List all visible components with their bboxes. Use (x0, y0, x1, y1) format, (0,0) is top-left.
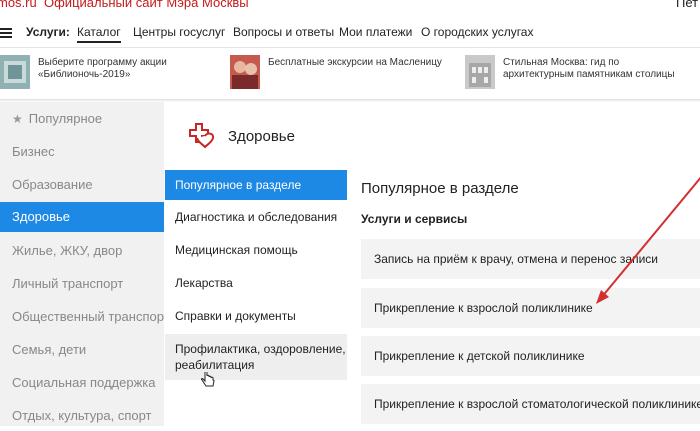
promo-people-thumbnail (230, 55, 260, 89)
service-card[interactable]: Запись на приём к врачу, отмена и перено… (361, 239, 700, 279)
promo-item[interactable]: Бесплатные экскурсии на Масленицу (230, 55, 450, 91)
submenu-diagnostics[interactable]: Диагностика и обследования (165, 202, 347, 232)
top-strip: mos.ru Официальный сайт Мэра Москвы Пет (0, 0, 700, 14)
category-housing[interactable]: Жилье, ЖКУ, двор (0, 236, 164, 266)
nav-item-centers[interactable]: Центры госуслуг (133, 25, 225, 39)
service-card[interactable]: Прикрепление к детской поликлинике (361, 336, 700, 376)
category-popular[interactable]: ★ Популярное (0, 104, 164, 134)
promo-item[interactable]: Выберите программу акции «Библионочь-201… (0, 55, 220, 91)
user-name[interactable]: Пет (676, 0, 698, 10)
service-card[interactable]: Прикрепление к взрослой стоматологическо… (361, 384, 700, 424)
mos-logo[interactable]: mos.ru (0, 0, 37, 10)
service-card[interactable]: Прикрепление к взрослой поликлинике (361, 288, 700, 328)
menu-burger-icon[interactable] (0, 28, 12, 38)
star-icon: ★ (12, 112, 23, 126)
health-cross-heart-icon (189, 123, 215, 149)
section-title: Здоровье (228, 128, 295, 145)
category-leisure[interactable]: Отдых, культура, спорт (0, 401, 164, 431)
promo-building-thumbnail (465, 55, 495, 89)
submenu-certificates[interactable]: Справки и документы (165, 301, 347, 331)
nav-item-payments[interactable]: Мои платежи (339, 25, 412, 39)
category-health[interactable]: Здоровье (0, 202, 164, 232)
category-label: Популярное (28, 111, 103, 126)
nav-item-about[interactable]: О городских услугах (421, 25, 533, 39)
nav-divider (0, 47, 700, 48)
site-title[interactable]: Официальный сайт Мэра Москвы (44, 0, 249, 10)
promo-book-thumbnail (0, 55, 30, 89)
promo-text[interactable]: Бесплатные экскурсии на Масленицу (268, 57, 448, 69)
category-business[interactable]: Бизнес (0, 137, 164, 167)
category-personal-transport[interactable]: Личный транспорт (0, 269, 164, 299)
nav-item-faq[interactable]: Вопросы и ответы (233, 25, 334, 39)
category-family[interactable]: Семья, дети (0, 335, 164, 365)
hand-cursor-icon (201, 372, 215, 387)
promo-item[interactable]: Стильная Москва: гид по архитектурным па… (465, 55, 700, 91)
promo-text[interactable]: Выберите программу акции «Библионочь-201… (38, 57, 188, 81)
content-subtitle: Услуги и сервисы (361, 212, 468, 226)
submenu-medicines[interactable]: Лекарства (165, 268, 347, 298)
category-public-transport[interactable]: Общественный транспорт (0, 302, 170, 332)
services-label: Услуги: (26, 25, 70, 39)
submenu-popular[interactable]: Популярное в разделе (165, 170, 347, 200)
category-education[interactable]: Образование (0, 170, 164, 200)
category-social-support[interactable]: Социальная поддержка (0, 368, 164, 398)
content-title: Популярное в разделе (361, 180, 519, 197)
annotation-arrow (600, 176, 700, 299)
submenu-medical-help[interactable]: Медицинская помощь (165, 235, 347, 265)
promo-text[interactable]: Стильная Москва: гид по архитектурным па… (503, 57, 683, 81)
nav-item-catalog[interactable]: Каталог (77, 25, 121, 43)
services-nav: Услуги: Каталог Центры госуслуг Вопросы … (0, 20, 700, 46)
submenu-prevention[interactable]: Профилактика, оздоровление, реабилитация (165, 334, 347, 380)
